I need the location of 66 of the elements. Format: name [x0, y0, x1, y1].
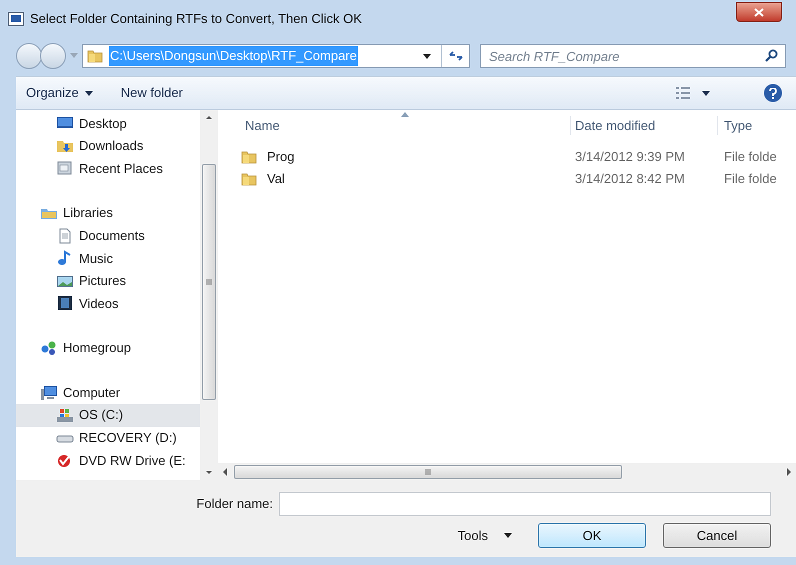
homegroup-icon: [40, 340, 58, 356]
view-list-icon: [676, 87, 690, 99]
nav-item[interactable]: Computer: [16, 381, 200, 404]
close-button[interactable]: [736, 2, 782, 22]
help-icon: [769, 88, 777, 98]
computer-icon: [40, 384, 58, 401]
date-cell-text: 3/14/2012 9:39 PM: [574, 148, 686, 166]
grip-icon: [425, 468, 431, 474]
column-header[interactable]: Type: [717, 116, 752, 135]
left-arrow-icon: [222, 468, 228, 476]
file-name: Prog: [267, 148, 294, 166]
column-header[interactable]: Date modified: [570, 116, 717, 135]
nav-item[interactable]: Music: [16, 246, 200, 270]
type-cell-text: File folde: [723, 170, 777, 188]
scroll-thumb[interactable]: [202, 164, 216, 400]
nav-item[interactable]: OS (C:): [16, 404, 200, 427]
folder-name-field[interactable]: [279, 492, 771, 516]
system-drive-icon: [56, 407, 74, 424]
nav-item[interactable]: DVD RW Drive (E:: [16, 449, 200, 472]
document-icon: [8, 12, 24, 26]
caret-icon: [84, 90, 93, 96]
back-button[interactable]: [16, 43, 42, 69]
file-row[interactable]: Prog 3/14/2012 9:39 PM File folde: [239, 146, 796, 168]
caret-icon: [504, 533, 512, 538]
tools-menu[interactable]: Tools: [458, 526, 512, 546]
folder-icon: [241, 149, 257, 165]
grip-icon: [206, 279, 212, 285]
nav-item[interactable]: Recent Places: [16, 157, 200, 180]
recent-places-icon: [56, 160, 74, 176]
folder-icon: [87, 48, 103, 64]
date-cell-text: 3/14/2012 8:42 PM: [574, 170, 686, 188]
help-button[interactable]: [764, 84, 782, 102]
right-arrow-icon: [786, 468, 792, 476]
type-cell-text: File folde: [723, 148, 777, 166]
folder-name-label: Folder name:: [196, 495, 273, 514]
nav-item[interactable]: Pictures: [16, 270, 200, 292]
cancel-button[interactable]: Cancel: [663, 523, 771, 548]
nav-item[interactable]: Downloads: [16, 134, 200, 158]
film-icon: [56, 295, 74, 312]
window-title: Select Folder Containing RTFs to Convert, Then Click OK: [30, 10, 362, 28]
vertical-scrollbar[interactable]: [200, 110, 218, 480]
view-menu[interactable]: [676, 87, 710, 99]
sort-arrow-icon: [401, 112, 409, 117]
nav-item[interactable]: Documents: [16, 224, 200, 247]
nav-item[interactable]: Homegroup: [16, 336, 200, 360]
folder-icon: [241, 171, 257, 187]
organize-menu[interactable]: Organize: [26, 83, 93, 103]
refresh-icon: [448, 51, 462, 61]
dropdown-icon: [423, 54, 431, 58]
close-icon: [754, 8, 764, 16]
file-name: Val: [267, 170, 285, 188]
new-folder-button[interactable]: New folder: [120, 83, 183, 103]
caret-icon: [702, 90, 710, 96]
nav-item[interactable]: Desktop: [16, 112, 200, 135]
nav-item[interactable]: RECOVERY (D:): [16, 426, 200, 450]
search-field[interactable]: Search RTF_Compare: [480, 44, 786, 68]
caret-icon: [70, 53, 78, 59]
nav-item[interactable]: Videos: [16, 292, 200, 315]
horizontal-scrollbar[interactable]: [218, 463, 796, 480]
forward-button[interactable]: [40, 43, 66, 69]
ok-button[interactable]: OK: [538, 523, 646, 548]
search-icon: [765, 49, 778, 62]
column-header[interactable]: Name: [239, 116, 570, 135]
nav-item[interactable]: Libraries: [16, 202, 200, 224]
file-row[interactable]: Val 3/14/2012 8:42 PM File folde: [239, 168, 796, 190]
scroll-thumb[interactable]: [234, 464, 622, 478]
